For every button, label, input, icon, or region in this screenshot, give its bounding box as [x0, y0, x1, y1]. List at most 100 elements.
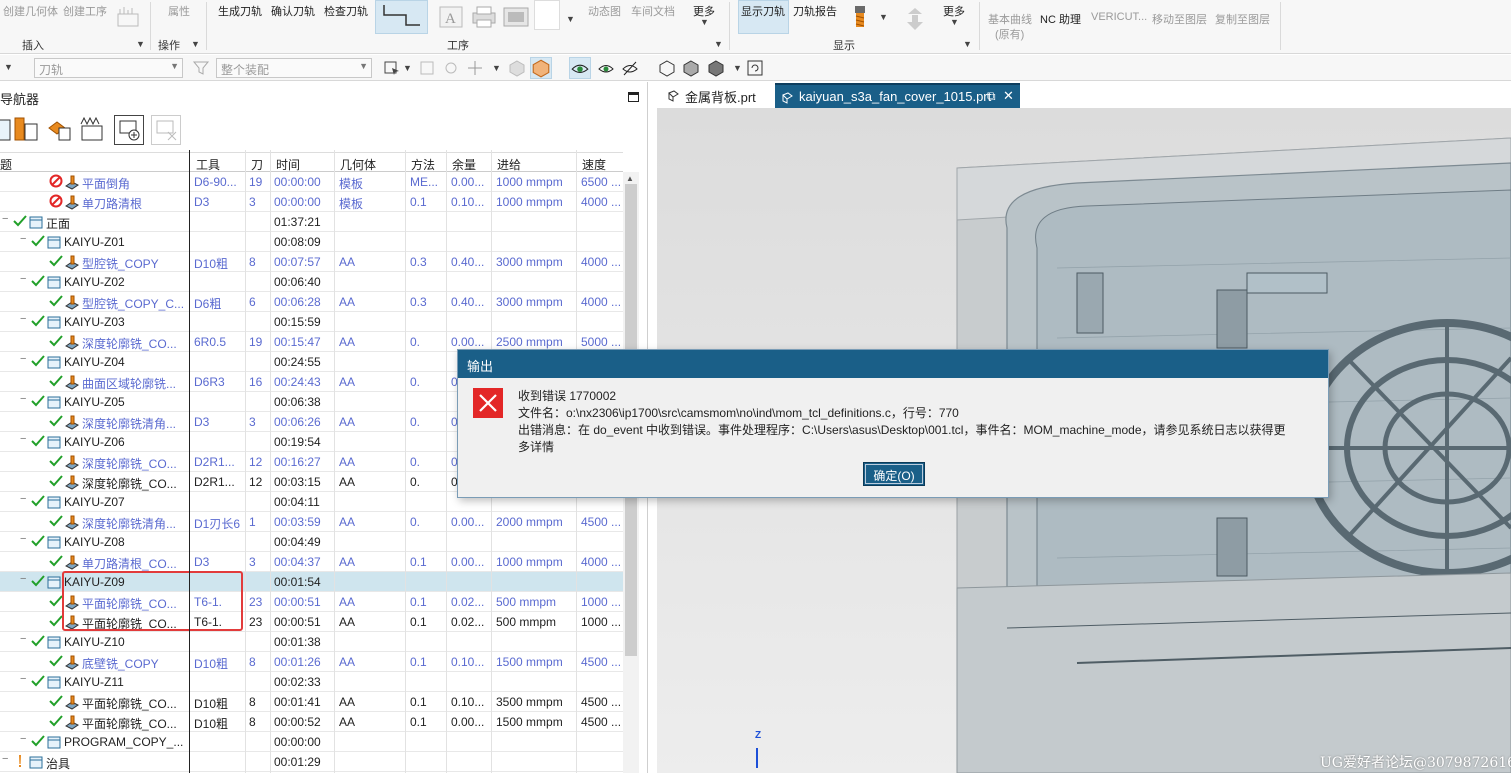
collapse-toggle-icon[interactable]: − — [2, 213, 8, 225]
shop-doc-icon[interactable] — [502, 4, 530, 30]
collapse-all-button[interactable] — [151, 115, 181, 145]
program-group-row[interactable]: − KAIYU-Z02 00:06:40 — [0, 272, 623, 292]
expand-all-button[interactable] — [114, 115, 144, 145]
method-view-icon[interactable] — [78, 114, 106, 144]
program-group-row[interactable]: − KAIYU-Z08 00:04:49 — [0, 532, 623, 552]
collapse-toggle-icon[interactable]: − — [20, 633, 26, 645]
chevron-down-icon[interactable]: ▼ — [191, 39, 200, 49]
program-group-row[interactable]: − KAIYU-Z10 00:01:38 — [0, 632, 623, 652]
collapse-toggle-icon[interactable]: − — [2, 753, 8, 765]
collapse-toggle-icon[interactable]: − — [20, 273, 26, 285]
operation-row[interactable]: 平面倒角 D6-90... 19 00:00:00 模板 ME... 0.00... 1000… — [0, 172, 623, 192]
chevron-down-icon[interactable]: ▼ — [714, 39, 723, 49]
column-header-speed[interactable]: 速度 — [582, 156, 606, 173]
nc-assistant-button[interactable]: NC 助理 — [1040, 11, 1081, 27]
operation-row[interactable]: 平面轮廓铣_CO... D10粗 8 00:00:52 AA 0.1 0.00... 1500… — [0, 712, 623, 732]
filter-icon[interactable] — [192, 59, 210, 77]
chevron-down-icon[interactable]: ▼ — [950, 17, 959, 27]
generate-toolpath-button[interactable]: 生成刀轨 — [218, 3, 262, 19]
collapse-toggle-icon[interactable]: − — [20, 393, 26, 405]
chevron-down-icon[interactable]: ▼ — [566, 14, 575, 24]
operation-row[interactable]: 深度轮廓铣清角... D1刃长6 1 00:03:59 AA 0. 0.00... 2000 … — [0, 512, 623, 532]
eye-icon[interactable] — [597, 59, 615, 77]
operation-row[interactable]: 平面轮廓铣_CO... D10粗 8 00:01:41 AA 0.1 0.10... 3500… — [0, 692, 623, 712]
chevron-down-icon[interactable]: ▼ — [700, 17, 709, 27]
select-objects-icon[interactable] — [383, 59, 401, 77]
shaded-cube-icon[interactable] — [682, 59, 700, 77]
collapse-toggle-icon[interactable]: − — [20, 733, 26, 745]
printer-icon[interactable] — [470, 4, 498, 30]
column-header-method[interactable]: 方法 — [411, 156, 435, 173]
operation-row[interactable]: 型腔铣_COPY_C... D6粗 6 00:06:28 AA 0.3 0.40... 300… — [0, 292, 623, 312]
type-filter-select[interactable]: 刀轨 ▼ — [34, 58, 183, 78]
collapse-toggle-icon[interactable]: − — [20, 533, 26, 545]
animation-button[interactable]: 动态图 — [588, 3, 621, 19]
shop-documentation-button[interactable]: 车间文档 — [631, 3, 675, 19]
geometry-view-icon[interactable] — [45, 114, 73, 144]
column-header-time[interactable]: 时间 — [276, 156, 300, 173]
collapse-toggle-icon[interactable]: − — [20, 573, 26, 585]
ok-button[interactable]: 确定(O) — [863, 462, 925, 486]
program-group-row[interactable]: − PROGRAM_COPY_... 00:00:00 — [0, 732, 623, 752]
confirm-toolpath-button[interactable]: 确认刀轨 — [271, 3, 315, 19]
tab-fan-cover[interactable]: kaiyuan_s3a_fan_cover_1015.prt ⧉ ✕ — [775, 83, 1020, 108]
check-toolpath-button[interactable]: 检查刀轨 — [324, 3, 368, 19]
cube-icon[interactable] — [508, 59, 526, 77]
program-group-row[interactable]: − 正面 01:37:21 — [0, 212, 623, 232]
collapse-toggle-icon[interactable]: − — [20, 353, 26, 365]
create-operation-button[interactable]: 创建工序 — [63, 3, 107, 19]
operation-row[interactable]: 底壁铣_COPY D10粗 8 00:01:26 AA 0.1 0.10... 1500 mm… — [0, 652, 623, 672]
collapse-toggle-icon[interactable]: − — [20, 233, 26, 245]
program-group-row[interactable]: − 治具 00:01:29 — [0, 752, 623, 772]
vericut-button[interactable]: VERICUT... — [1091, 11, 1147, 23]
text-annotation-icon[interactable]: A — [437, 4, 465, 30]
chevron-down-icon[interactable]: ▼ — [403, 63, 412, 73]
chevron-down-icon[interactable]: ▼ — [963, 39, 972, 49]
column-header-name[interactable]: 题 — [0, 156, 12, 173]
tab-metal-back-plate[interactable]: 金属背板.prt — [661, 83, 773, 108]
collapse-toggle-icon[interactable]: − — [20, 433, 26, 445]
column-header-stock[interactable]: 余量 — [452, 156, 476, 173]
refresh-view-icon[interactable] — [746, 59, 764, 77]
chevron-down-icon[interactable]: ▼ — [733, 63, 742, 73]
column-header-tool[interactable]: 工具 — [196, 156, 220, 173]
hide-eye-icon[interactable] — [621, 59, 639, 77]
crosshair-icon[interactable] — [466, 59, 484, 77]
operation-row[interactable]: 单刀路清根_CO... D3 3 00:04:37 AA 0.1 0.00... 1000 m… — [0, 552, 623, 572]
program-group-row[interactable]: − KAIYU-Z11 00:02:33 — [0, 672, 623, 692]
program-group-row[interactable]: − KAIYU-Z03 00:15:59 — [0, 312, 623, 332]
collapse-toggle-icon[interactable]: − — [20, 673, 26, 685]
properties-button[interactable]: 属性 — [168, 3, 190, 19]
collapse-toggle-icon[interactable]: − — [20, 493, 26, 505]
move-down-icon[interactable] — [901, 12, 929, 38]
scroll-up-icon[interactable]: ▲ — [626, 174, 634, 183]
snap-icon[interactable] — [418, 59, 436, 77]
column-header-geometry[interactable]: 几何体 — [340, 156, 376, 173]
wireframe-cube-icon[interactable] — [658, 59, 676, 77]
create-geometry-button[interactable]: 创建几何体 — [3, 3, 58, 19]
chevron-down-icon[interactable]: ▼ — [492, 63, 501, 73]
move-to-layer-button[interactable]: 移动至图层 — [1152, 11, 1207, 27]
close-icon[interactable]: ✕ — [1003, 88, 1014, 104]
chevron-down-icon[interactable]: ▼ — [4, 62, 13, 72]
copy-to-layer-button[interactable]: 复制至图层 — [1215, 11, 1270, 27]
operation-row[interactable]: 单刀路清根 D3 3 00:00:00 模板 0.1 0.10... 1000 mmpm 400… — [0, 192, 623, 212]
show-toolpath-button[interactable]: 显示刀轨 — [738, 0, 789, 34]
scope-select[interactable]: 整个装配 ▼ — [216, 58, 372, 78]
basic-curve-button[interactable]: 基本曲线 — [988, 11, 1032, 27]
insert-tool-icon[interactable] — [115, 4, 143, 30]
solid-cube-icon[interactable] — [707, 59, 725, 77]
chevron-down-icon[interactable]: ▼ — [879, 12, 888, 22]
cutter-icon[interactable] — [846, 4, 874, 30]
column-header-feed[interactable]: 进给 — [497, 156, 521, 173]
operation-row[interactable]: 型腔铣_COPY D10粗 8 00:07:57 AA 0.3 0.40... 3000 mm… — [0, 252, 623, 272]
program-group-row[interactable]: − KAIYU-Z01 00:08:09 — [0, 232, 623, 252]
toolpath-report-button[interactable]: 刀轨报告 — [793, 3, 837, 19]
chevron-down-icon[interactable]: ▼ — [136, 39, 145, 49]
popout-icon[interactable]: ⧉ — [987, 89, 996, 104]
collapse-toggle-icon[interactable]: − — [20, 313, 26, 325]
mcs-toggle[interactable] — [569, 57, 591, 79]
toolpath-editor-button[interactable] — [375, 0, 428, 34]
maximize-icon[interactable] — [628, 92, 639, 102]
machine-tool-view-icon[interactable] — [12, 114, 40, 144]
